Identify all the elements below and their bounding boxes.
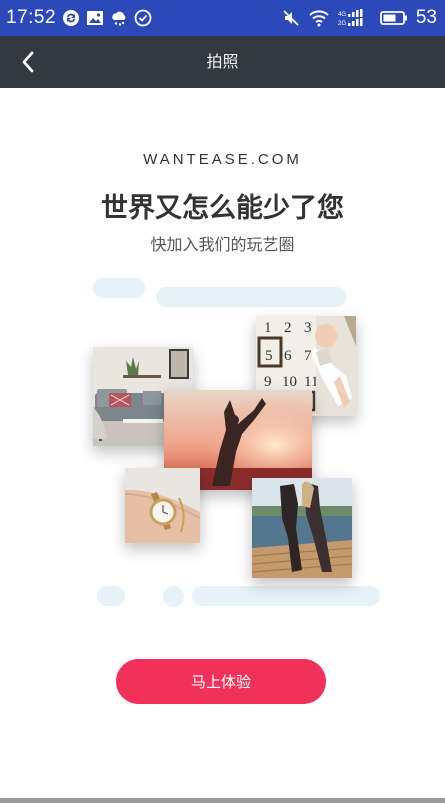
- decor-pill: [93, 278, 145, 298]
- decor-pill: [97, 586, 125, 606]
- status-bar: 17:52 4G 2G 53: [0, 0, 445, 36]
- page-title: 拍照: [206, 52, 239, 71]
- try-now-button[interactable]: 马上体验: [116, 659, 326, 704]
- couple-on-dock-photo: [252, 478, 352, 578]
- check-circle-icon: [134, 9, 152, 27]
- brand-name: WANTEASE.COM: [143, 151, 302, 168]
- calendar-number: 1: [264, 320, 272, 336]
- decor-pill: [156, 287, 346, 307]
- calendar-number: 5: [265, 348, 273, 364]
- svg-text:4G: 4G: [338, 12, 346, 18]
- calendar-number: 2: [284, 320, 292, 336]
- calendar-number: 6: [284, 348, 292, 364]
- status-right: 4G 2G 53: [282, 7, 445, 29]
- battery-level: 53: [415, 7, 437, 28]
- headline: 世界又怎么能少了您: [101, 193, 344, 224]
- subline: 快加入我们的玩艺圈: [150, 235, 295, 254]
- bottom-edge: [0, 798, 445, 803]
- calendar-number: 7: [304, 348, 312, 364]
- calendar-number: 3: [304, 320, 312, 336]
- wristwatch-photo: [125, 468, 200, 543]
- battery-icon: [379, 11, 407, 25]
- top-bar: 拍照: [0, 36, 445, 88]
- calendar-number: 9: [264, 374, 272, 390]
- status-left: 17:52: [0, 7, 152, 29]
- decor-dot: [163, 586, 184, 607]
- weather-icon: [112, 11, 126, 26]
- wifi-icon: [309, 10, 329, 27]
- sync-icon: [63, 10, 80, 26]
- status-time: 17:52: [6, 7, 57, 28]
- image-icon: [87, 11, 104, 25]
- calendar-number: 10: [282, 374, 297, 390]
- svg-text:2G: 2G: [338, 21, 346, 27]
- mute-icon: [283, 10, 299, 26]
- decor-pill: [192, 586, 380, 606]
- signal-icon: 4G 2G: [338, 9, 363, 27]
